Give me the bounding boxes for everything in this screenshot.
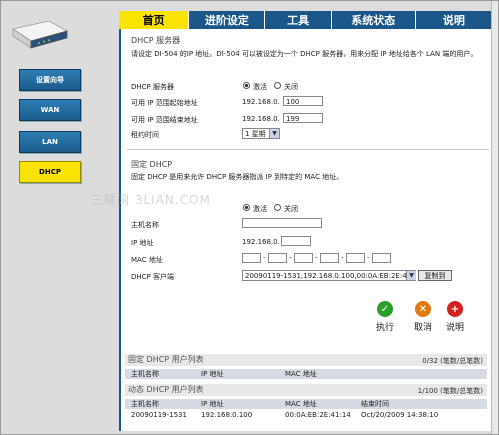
nav-setup-wizard[interactable]: 设置向导 [19,69,81,91]
dynamic-col-ip: IP 地址 [201,400,224,408]
static-col-ip: IP 地址 [201,370,224,378]
row-host: 20090119-1531 [131,411,187,419]
ip-start-label: 可用 IP 范围起始地址 [131,99,198,107]
dhcp-enable-label: 激活 [253,83,267,91]
lease-time-select[interactable]: 1 星期 ▼ [242,128,280,139]
static-ip-prefix: 192.168.0. [242,238,280,246]
help-label: 说明 [445,323,464,333]
tab-tools[interactable]: 工具 [265,11,332,29]
nav-dhcp[interactable]: DHCP [19,161,81,183]
chevron-down-icon: ▼ [269,129,279,138]
static-list-header: 主机名称 IP 地址 MAC 地址 [125,369,487,379]
dynamic-list-count: 1/100 (笔数/总笔数) [417,387,483,395]
router-device-image [11,20,69,49]
copy-to-button[interactable]: 复制到 [418,270,452,281]
row-ip: 192.168.0.100 [201,411,253,419]
dhcp-server-label: DHCP 服务器 [131,83,174,91]
mac-separator: - [367,254,370,262]
host-name-label: 主机名称 [131,221,159,229]
dhcp-enable-radio[interactable] [243,82,250,89]
mac-field-1[interactable] [242,253,261,263]
ip-end-input[interactable]: 199 [283,113,323,123]
static-disable-label: 关闭 [284,205,298,213]
dynamic-col-expire: 结束时间 [361,400,389,408]
dynamic-list-header: 主机名称 IP 地址 MAC 地址 结束时间 [125,399,487,409]
help-button[interactable]: + 说明 [442,301,468,333]
section-divider [127,149,489,150]
ip-start-prefix: 192.168.0. [242,98,280,106]
mac-separator: - [289,254,292,262]
ip-end-prefix: 192.168.0. [242,115,280,123]
mac-field-2[interactable] [268,253,287,263]
row-mac: 00:0A:EB:2E:41:14 [285,411,351,419]
static-ip-label: IP 地址 [131,239,154,247]
dynamic-col-host: 主机名称 [131,400,159,408]
mac-field-4[interactable] [320,253,339,263]
cross-icon: ✕ [415,301,431,317]
static-col-host: 主机名称 [131,370,159,378]
left-sidebar: 设置向导 WAN LAN DHCP [1,1,119,434]
static-dhcp-title: 固定 DHCP [131,160,173,169]
apply-button[interactable]: ✓ 执行 [372,301,398,333]
static-list-title-text: 固定 DHCP 用户列表 [128,355,204,364]
static-enable-label: 激活 [253,205,267,213]
tab-status[interactable]: 系统状态 [331,11,416,29]
table-row: 20090119-1531 192.168.0.100 00:0A:EB:2E:… [125,410,487,420]
mac-field-5[interactable] [346,253,365,263]
mac-address-label: MAC 地址 [131,256,163,264]
nav-wan[interactable]: WAN [19,99,81,121]
cancel-label: 取消 [413,323,432,333]
tab-home[interactable]: 首页 [119,11,190,29]
mac-field-6[interactable] [372,253,391,263]
ip-end-label: 可用 IP 范围结束地址 [131,116,198,124]
cancel-button[interactable]: ✕ 取消 [410,301,436,333]
nav-lan[interactable]: LAN [19,131,81,153]
scrollbar[interactable] [491,1,498,434]
plus-icon: + [447,301,463,317]
dynamic-col-mac: MAC 地址 [285,400,317,408]
static-enable-radio[interactable] [243,204,250,211]
static-col-mac: MAC 地址 [285,370,317,378]
tab-advanced[interactable]: 进阶设定 [189,11,266,29]
dynamic-list-title-text: 动态 DHCP 用户列表 [128,385,204,394]
tab-help[interactable]: 说明 [415,11,493,29]
dhcp-client-value: 20090119-1531,192.168.0.100,00:0A:EB:2E:… [245,272,414,280]
apply-label: 执行 [375,323,394,333]
row-expire: Oct/20/2009 14:38:10 [361,411,439,419]
mac-separator: - [263,254,266,262]
content-panel: DHCP 服务器 请设定 DI-504 的IP 地址。DI-504 可以被设定为… [119,29,493,431]
ip-start-input[interactable]: 100 [283,96,323,106]
lease-time-label: 租约时间 [131,131,159,139]
dhcp-server-title: DHCP 服务器 [131,36,181,45]
mac-separator: - [315,254,318,262]
dhcp-client-label: DHCP 客户端 [131,273,174,281]
lease-time-value: 1 星期 [245,130,266,138]
dhcp-server-description: 请设定 DI-504 的IP 地址。DI-504 可以被设定为一个 DHCP 服… [131,50,478,58]
dhcp-disable-label: 关闭 [284,83,298,91]
mac-separator: - [341,254,344,262]
host-name-input[interactable] [242,218,322,228]
top-tab-bar: 首页 进阶设定 工具 系统状态 说明 [119,11,493,29]
static-disable-radio[interactable] [274,204,281,211]
router-admin-window: 设置向导 WAN LAN DHCP 首页 进阶设定 工具 系统状态 说明 DHC… [0,0,499,435]
static-ip-input[interactable] [281,236,311,246]
chevron-down-icon: ▼ [406,271,416,280]
static-list-count: 0/32 (笔数/总笔数) [422,357,483,365]
check-icon: ✓ [377,301,393,317]
dhcp-disable-radio[interactable] [274,82,281,89]
dhcp-client-select[interactable]: 20090119-1531,192.168.0.100,00:0A:EB:2E:… [242,270,416,281]
static-dhcp-description: 固定 DHCP 是用来允许 DHCP 服务器指派 IP 到特定的 MAC 地址。 [131,173,344,181]
mac-field-3[interactable] [294,253,313,263]
